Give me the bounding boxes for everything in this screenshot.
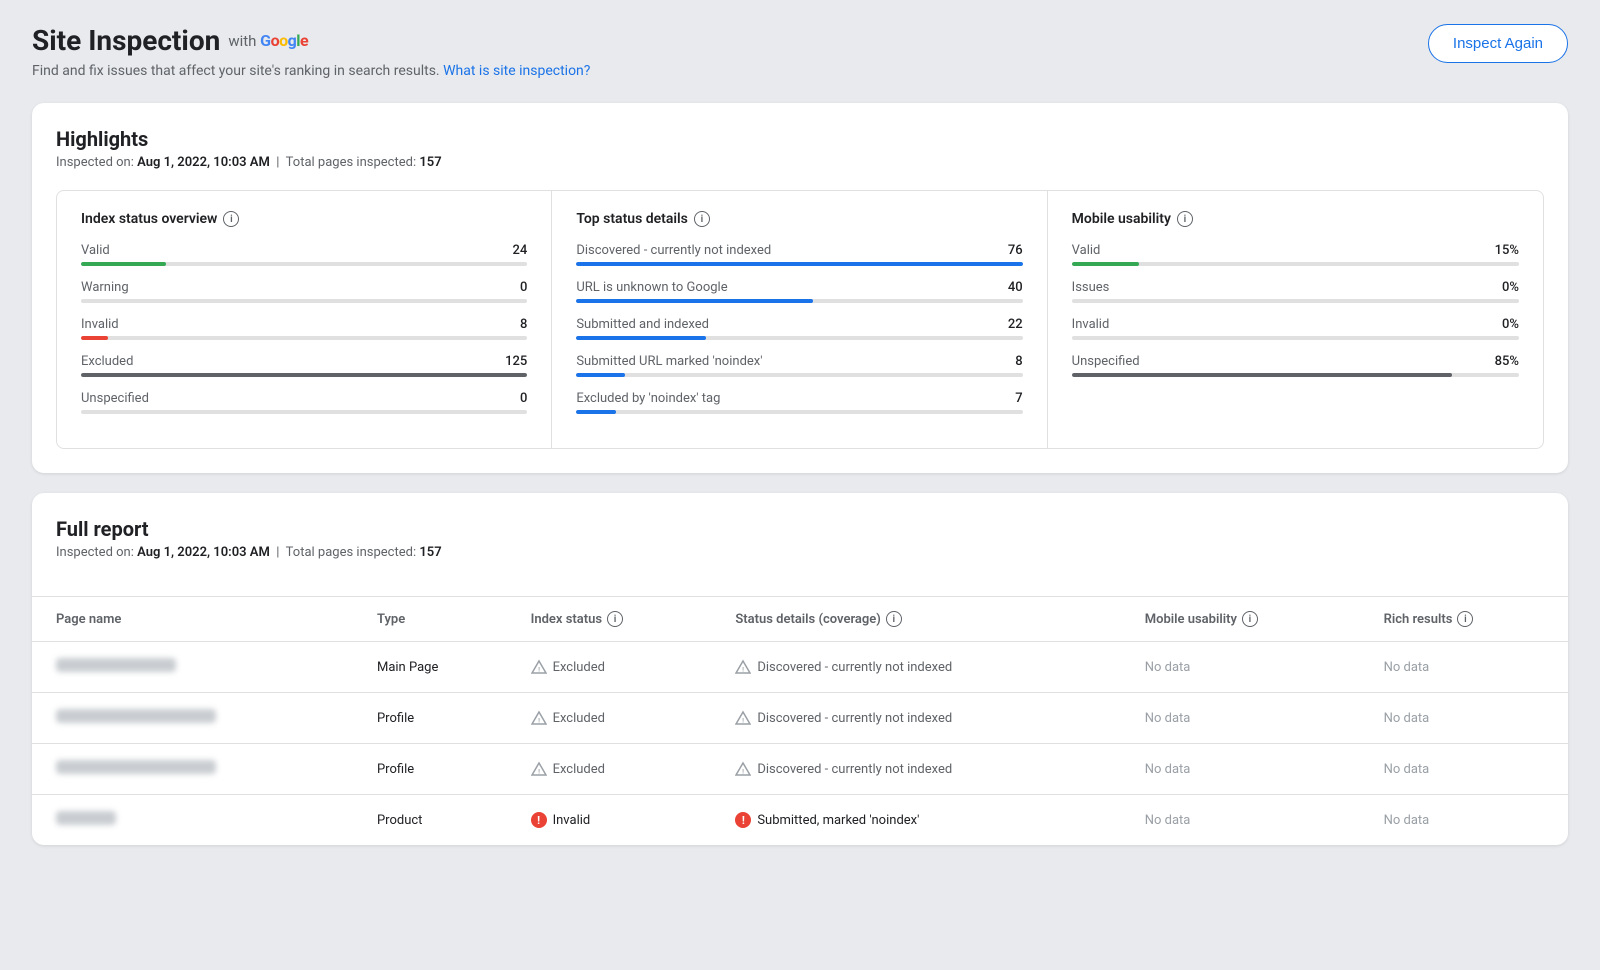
excluded-triangle-icon: ! xyxy=(735,710,751,726)
header-left: Site Inspection with Google Find and fix… xyxy=(32,24,590,79)
table-row: Main Page ! Excluded ! xyxy=(32,642,1568,693)
cell-type: Main Page xyxy=(361,642,515,693)
excluded-triangle-icon: ! xyxy=(735,761,751,777)
mobile-usability-info-icon[interactable]: i xyxy=(1177,211,1193,227)
index-status-section: Index status overview i Valid 24 Warning… xyxy=(57,191,552,448)
top-status-3-row: Submitted URL marked 'noindex' 8 xyxy=(576,354,1022,377)
excluded-triangle-icon: ! xyxy=(531,761,547,777)
cell-mobile-usability: No data xyxy=(1129,693,1368,744)
full-report-subtitle: Inspected on: Aug 1, 2022, 10:03 AM | To… xyxy=(56,545,1544,560)
cell-status-details: ! Discovered - currently not indexed xyxy=(719,744,1128,795)
mobile-usability-section: Mobile usability i Valid 15% Issues 0% xyxy=(1048,191,1543,448)
highlights-card: Highlights Inspected on: Aug 1, 2022, 10… xyxy=(32,103,1568,473)
mobile-col-info-icon[interactable]: i xyxy=(1242,611,1258,627)
mobile-invalid-row: Invalid 0% xyxy=(1072,317,1519,340)
table-row: Profile ! Excluded ! xyxy=(32,693,1568,744)
cell-status-details: ! Discovered - currently not indexed xyxy=(719,693,1128,744)
inspect-again-button[interactable]: Inspect Again xyxy=(1428,24,1568,63)
cell-status-details: ! Submitted, marked 'noindex' xyxy=(719,795,1128,846)
col-type: Type xyxy=(361,597,515,642)
cell-rich-results: No data xyxy=(1368,642,1568,693)
table-row: Product ! Invalid ! Submitted, marked 'n… xyxy=(32,795,1568,846)
mobile-usability-title: Mobile usability i xyxy=(1072,211,1519,227)
index-status-info-icon[interactable]: i xyxy=(223,211,239,227)
top-status-4-row: Excluded by 'noindex' tag 7 xyxy=(576,391,1022,414)
cell-mobile-usability: No data xyxy=(1129,744,1368,795)
index-warning-row: Warning 0 xyxy=(81,280,527,303)
excluded-triangle-icon: ! xyxy=(735,659,751,675)
cell-index-status: ! Excluded xyxy=(515,693,720,744)
mobile-issues-row: Issues 0% xyxy=(1072,280,1519,303)
cell-index-status: ! Excluded xyxy=(515,642,720,693)
mobile-valid-row: Valid 15% xyxy=(1072,243,1519,266)
index-status-title: Index status overview i xyxy=(81,211,527,227)
col-rich-results: Rich results i xyxy=(1368,597,1568,642)
table-row: Profile ! Excluded ! xyxy=(32,744,1568,795)
top-status-0-row: Discovered - currently not indexed 76 xyxy=(576,243,1022,266)
cell-status-details: ! Discovered - currently not indexed xyxy=(719,642,1128,693)
cell-page-name xyxy=(32,795,361,846)
cell-type: Product xyxy=(361,795,515,846)
cell-page-name xyxy=(32,744,361,795)
full-report-title: Full report xyxy=(56,517,1544,541)
header-title-row: Site Inspection with Google xyxy=(32,24,590,57)
page-subtitle: Find and fix issues that affect your sit… xyxy=(32,63,590,79)
index-status-col-info-icon[interactable]: i xyxy=(607,611,623,627)
highlights-grid: Index status overview i Valid 24 Warning… xyxy=(56,190,1544,449)
page-header: Site Inspection with Google Find and fix… xyxy=(32,24,1568,79)
index-unspecified-row: Unspecified 0 xyxy=(81,391,527,414)
excluded-triangle-icon: ! xyxy=(531,710,547,726)
col-status-details: Status details (coverage) i xyxy=(719,597,1128,642)
mobile-unspecified-row: Unspecified 85% xyxy=(1072,354,1519,377)
top-status-title: Top status details i xyxy=(576,211,1022,227)
table-header-row: Page name Type Index status i Status det… xyxy=(32,597,1568,642)
cell-rich-results: No data xyxy=(1368,744,1568,795)
what-is-site-inspection-link[interactable]: What is site inspection? xyxy=(443,63,590,79)
full-report-header: Full report Inspected on: Aug 1, 2022, 1… xyxy=(32,493,1568,596)
full-report-card: Full report Inspected on: Aug 1, 2022, 1… xyxy=(32,493,1568,845)
invalid-circle-icon: ! xyxy=(735,812,751,828)
cell-mobile-usability: No data xyxy=(1129,642,1368,693)
cell-page-name xyxy=(32,693,361,744)
top-status-2-row: Submitted and indexed 22 xyxy=(576,317,1022,340)
top-status-1-row: URL is unknown to Google 40 xyxy=(576,280,1022,303)
cell-index-status: ! Excluded xyxy=(515,744,720,795)
top-status-info-icon[interactable]: i xyxy=(694,211,710,227)
col-index-status: Index status i xyxy=(515,597,720,642)
cell-index-status: ! Invalid xyxy=(515,795,720,846)
cell-type: Profile xyxy=(361,744,515,795)
page-title: Site Inspection xyxy=(32,24,220,57)
top-status-section: Top status details i Discovered - curren… xyxy=(552,191,1047,448)
full-report-table: Page name Type Index status i Status det… xyxy=(32,596,1568,845)
with-google-text: with Google xyxy=(228,31,308,50)
rich-results-col-info-icon[interactable]: i xyxy=(1457,611,1473,627)
col-page-name: Page name xyxy=(32,597,361,642)
col-mobile-usability: Mobile usability i xyxy=(1129,597,1368,642)
status-details-col-info-icon[interactable]: i xyxy=(886,611,902,627)
highlights-subtitle: Inspected on: Aug 1, 2022, 10:03 AM | To… xyxy=(56,155,1544,170)
cell-rich-results: No data xyxy=(1368,693,1568,744)
google-logo: Google xyxy=(260,31,308,50)
index-invalid-row: Invalid 8 xyxy=(81,317,527,340)
invalid-circle-icon: ! xyxy=(531,812,547,828)
index-valid-row: Valid 24 xyxy=(81,243,527,266)
cell-page-name xyxy=(32,642,361,693)
excluded-triangle-icon: ! xyxy=(531,659,547,675)
highlights-title: Highlights xyxy=(56,127,1544,151)
index-excluded-row: Excluded 125 xyxy=(81,354,527,377)
cell-rich-results: No data xyxy=(1368,795,1568,846)
cell-type: Profile xyxy=(361,693,515,744)
cell-mobile-usability: No data xyxy=(1129,795,1368,846)
